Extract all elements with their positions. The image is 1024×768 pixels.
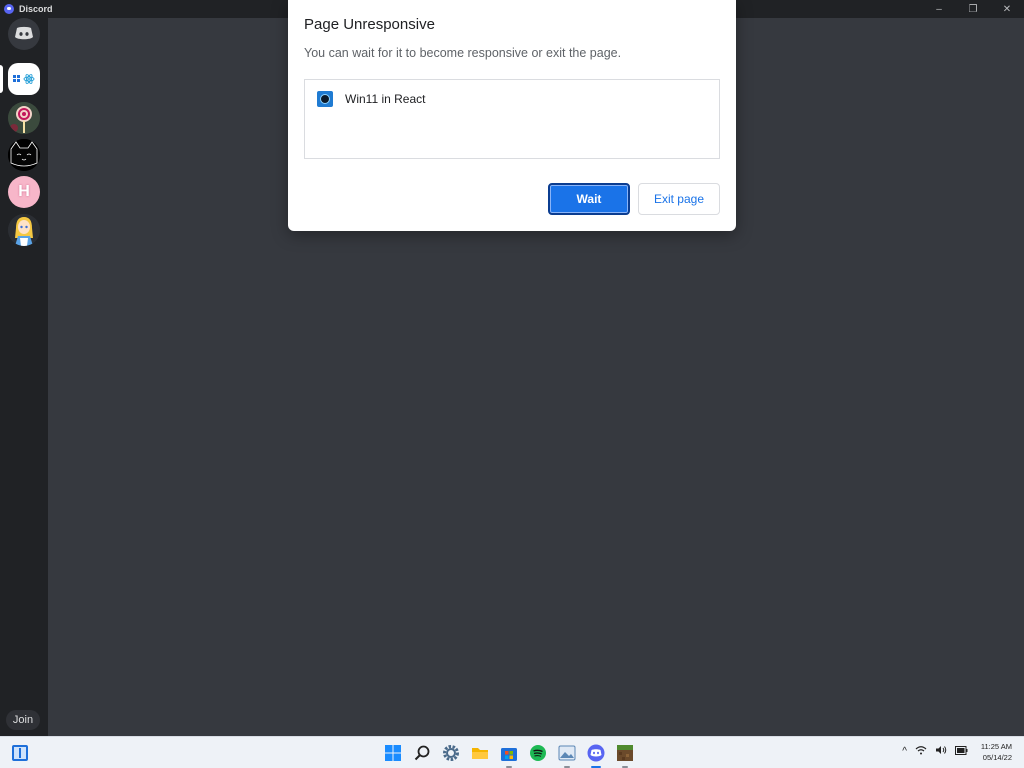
search-button[interactable] [411,742,433,764]
minimize-button[interactable]: – [922,0,956,18]
widgets-icon[interactable] [12,745,28,761]
wait-button[interactable]: Wait [548,183,630,215]
page-name: Win11 in React [345,92,426,106]
exit-page-button[interactable]: Exit page [638,183,720,215]
spotify-button[interactable] [527,742,549,764]
gear-icon [443,745,459,761]
pink-h-letter: H [18,183,30,200]
maximize-button[interactable]: ❐ [956,0,990,18]
search-icon [414,745,430,761]
system-clock[interactable]: 11:25 AM 05/14/22 [981,741,1012,763]
server-win11-react[interactable] [8,63,40,95]
settings-button[interactable] [440,742,462,764]
minecraft-button[interactable] [614,742,636,768]
photos-icon [558,745,576,761]
window-controls: – ❐ ✕ [922,0,1024,18]
discord-app-icon [4,4,14,14]
react-favicon-icon [317,91,333,107]
discord-logo-icon [15,26,33,40]
win11-react-icon [13,74,35,84]
server-black-cat[interactable] [8,139,40,171]
file-explorer-button[interactable] [469,742,491,764]
unresponsive-pages-list: Win11 in React [304,79,720,159]
server-rail: H Join [0,18,48,736]
folder-icon [472,748,488,759]
spotify-icon [530,745,546,761]
dialog-message: You can wait for it to become responsive… [304,46,622,60]
clock-time: 11:25 AM [980,742,1012,751]
server-pink-h[interactable]: H [8,176,40,208]
black-cat-icon [8,139,40,171]
discord-icon [587,744,605,762]
taskbar-apps [382,742,643,768]
discord-home-button[interactable] [8,18,40,50]
close-button[interactable]: ✕ [990,0,1024,18]
store-button[interactable] [498,742,520,768]
start-button[interactable] [382,742,404,764]
list-item: Win11 in React [317,91,425,107]
taskbar: ^ 11:25 AM 05/14/22 [0,736,1024,768]
photos-button[interactable] [556,742,578,768]
dialog-title: Page Unresponsive [304,16,435,33]
discord-taskbar-button[interactable] [585,742,607,768]
volume-icon[interactable] [935,745,947,758]
join-button[interactable]: Join [6,710,40,730]
windows-logo-icon [385,745,401,761]
system-tray: ^ [894,745,968,758]
server-lollipop[interactable] [8,102,40,134]
store-icon [501,748,517,761]
selected-server-indicator [0,65,3,93]
clock-date: 05/14/22 [982,753,1012,762]
tray-chevron-icon[interactable]: ^ [902,746,907,757]
wifi-icon[interactable] [915,745,927,758]
window-title: Discord [19,4,53,14]
battery-icon[interactable] [955,745,968,758]
minecraft-icon [617,745,633,761]
lollipop-icon [8,102,40,134]
server-alice[interactable] [8,214,40,246]
alice-avatar-icon [8,214,40,246]
